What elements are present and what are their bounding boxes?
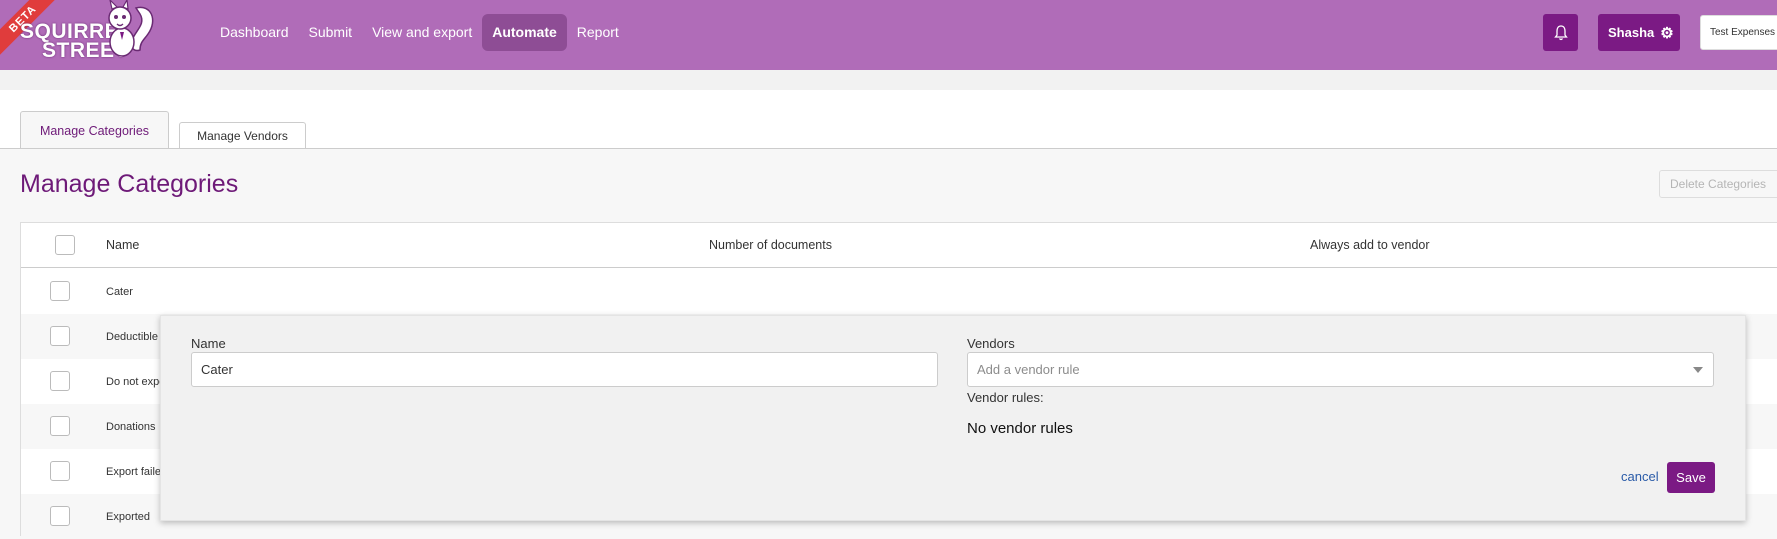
chevron-down-icon <box>1693 367 1703 373</box>
nav-submit[interactable]: Submit <box>299 14 363 51</box>
row-checkbox[interactable] <box>50 416 70 436</box>
category-name: Cater <box>106 286 133 298</box>
company-selector[interactable]: Test Expenses <box>1700 15 1777 50</box>
column-header-name[interactable]: Name <box>106 238 139 252</box>
category-name: Deductible <box>106 331 158 343</box>
nav-dashboard[interactable]: Dashboard <box>210 14 299 51</box>
no-vendor-rules-text: No vendor rules <box>967 420 1073 437</box>
column-header-vendor[interactable]: Always add to vendor <box>1310 238 1430 252</box>
save-button[interactable]: Save <box>1667 462 1715 493</box>
header-spacer <box>0 70 1777 90</box>
tabs-divider <box>0 148 1777 149</box>
tab-manage-vendors[interactable]: Manage Vendors <box>179 122 306 149</box>
table-row[interactable]: Cater <box>21 269 1777 314</box>
delete-categories-button[interactable]: Delete Categories <box>1659 170 1777 198</box>
column-header-documents[interactable]: Number of documents <box>709 238 832 252</box>
nav-report[interactable]: Report <box>567 14 629 51</box>
vendor-rule-select[interactable]: Add a vendor rule <box>967 352 1714 387</box>
name-label: Name <box>191 336 226 351</box>
category-name: Exported <box>106 511 151 523</box>
nav-view-and-export[interactable]: View and export <box>362 14 482 51</box>
row-checkbox[interactable] <box>50 326 70 346</box>
logo[interactable]: BETA SQUIRREL STREET <box>0 0 175 70</box>
top-navigation-bar: BETA SQUIRREL STREET Dashboard Submit Vi… <box>0 0 1777 70</box>
category-name: Export failed <box>106 466 168 478</box>
page-title: Manage Categories <box>20 170 239 198</box>
user-menu-button[interactable]: Shasha ⚙ <box>1598 14 1680 51</box>
vendor-rules-label: Vendor rules: <box>967 390 1044 405</box>
squirrel-mascot-icon <box>108 0 154 57</box>
tab-manage-categories[interactable]: Manage Categories <box>20 111 169 149</box>
main-nav: Dashboard Submit View and export Automat… <box>210 14 629 51</box>
nav-automate[interactable]: Automate <box>482 14 567 51</box>
row-checkbox[interactable] <box>50 281 70 301</box>
vendors-label: Vendors <box>967 336 1015 351</box>
notifications-button[interactable] <box>1543 14 1578 51</box>
row-checkbox[interactable] <box>50 506 70 526</box>
table-header: Name Number of documents Always add to v… <box>21 223 1777 268</box>
select-all-checkbox[interactable] <box>55 235 75 255</box>
category-name-input[interactable]: Cater <box>191 352 938 387</box>
vendor-rule-placeholder: Add a vendor rule <box>977 362 1080 377</box>
gear-icon: ⚙ <box>1660 24 1674 42</box>
category-name: Donations <box>106 421 156 433</box>
user-name: Shasha <box>1608 25 1655 40</box>
category-name: Do not expo <box>106 376 166 388</box>
row-checkbox[interactable] <box>50 371 70 391</box>
row-checkbox[interactable] <box>50 461 70 481</box>
edit-category-panel: Name Cater Vendors Add a vendor rule Ven… <box>160 315 1746 521</box>
cancel-button[interactable]: cancel <box>1621 469 1659 484</box>
bell-icon <box>1553 24 1568 40</box>
